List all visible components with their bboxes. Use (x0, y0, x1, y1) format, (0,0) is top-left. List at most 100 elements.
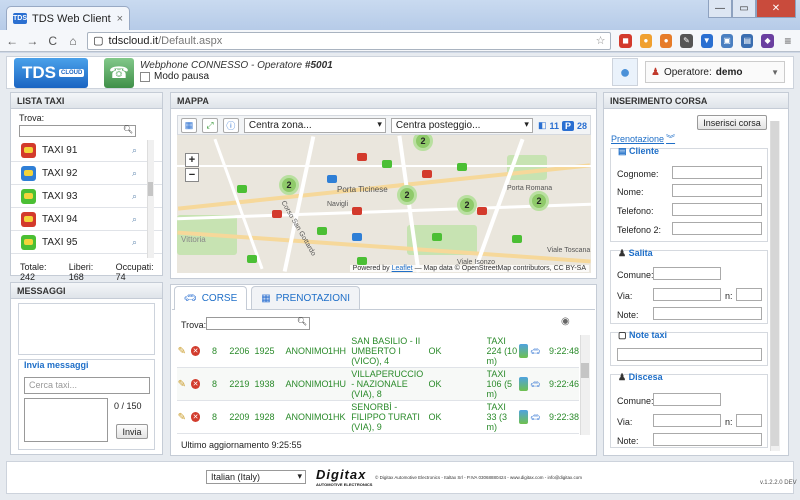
locate-taxi-icon[interactable]: ⌕ (132, 168, 137, 179)
map-cluster[interactable]: 2 (279, 175, 299, 195)
cookie-extension-icon[interactable]: ● (660, 33, 673, 48)
edit-pencil-icon[interactable]: ✎ (177, 346, 187, 357)
map-layers-icon[interactable]: ▦ (181, 118, 197, 133)
taxi-marker[interactable] (327, 175, 337, 183)
corse-scrollbar[interactable] (580, 335, 590, 435)
adblock-extension-icon[interactable]: ◼ (619, 33, 632, 48)
info-icon[interactable]: ⓘ (222, 118, 239, 133)
invia-button[interactable]: Invia (116, 424, 148, 439)
delete-icon[interactable]: ✕ (190, 412, 201, 422)
taxi-list-item[interactable]: TAXI 92 ⌕ (11, 162, 162, 185)
taxi-marker[interactable] (237, 185, 247, 193)
browser-tab[interactable]: TDS TDS Web Client × (6, 6, 130, 30)
map-canvas[interactable]: + − 2 2 2 2 2 Porta Ticinese Porta Roman… (177, 135, 591, 273)
purple-extension-icon[interactable]: ◆ (761, 33, 774, 48)
fullscreen-icon[interactable]: ⤢ (201, 118, 218, 133)
tab-close-icon[interactable]: × (117, 13, 123, 25)
taxi-list-scrollbar[interactable] (147, 140, 154, 258)
tab-extension-icon[interactable]: ▤ (741, 33, 754, 48)
pausa-toggle[interactable]: Modo pausa (140, 71, 209, 82)
lista-taxi-search-input[interactable]: 🔍︎ (19, 125, 136, 137)
inserisci-corsa-button[interactable]: Inserisci corsa (697, 115, 767, 130)
edit-pencil-icon[interactable]: ✎ (177, 412, 187, 423)
salita-n-input[interactable] (736, 288, 762, 301)
taxi-marker[interactable] (512, 235, 522, 243)
salita-via-input[interactable] (653, 288, 721, 301)
discesa-n-input[interactable] (736, 414, 762, 427)
tool-extension-icon[interactable]: ✎ (680, 33, 693, 48)
tab-prenotazioni[interactable]: ▦ PRENOTAZIONI (251, 286, 360, 309)
cognome-input[interactable] (672, 166, 762, 179)
centra-posteggio-select[interactable]: Centra posteggio... (390, 118, 533, 133)
message-textarea[interactable] (24, 398, 108, 442)
leaflet-link[interactable]: Leaflet (392, 265, 413, 272)
locate-taxi-icon[interactable]: ⌕ (132, 145, 137, 156)
reload-icon[interactable]: C (47, 34, 59, 48)
cerca-taxi-input[interactable]: Cerca taxi... (24, 377, 150, 394)
close-icon[interactable]: ✕ (756, 0, 796, 18)
taxi-marker[interactable] (357, 153, 367, 161)
delete-icon[interactable]: ✕ (190, 346, 201, 356)
maximize-icon[interactable]: ▭ (732, 0, 756, 18)
map-cluster[interactable]: 2 (529, 191, 549, 211)
corse-row[interactable]: ✎ ✕ 8 2219 1938 ANONIMO 1HU VILLAPERUCCIO - NAZ… (177, 368, 579, 401)
taxi-list-item[interactable]: TAXI 95 ⌕ (11, 231, 162, 254)
locate-taxi-icon[interactable]: ⌕ (132, 191, 137, 202)
taxi-list-item[interactable]: TAXI 93 ⌕ (11, 185, 162, 208)
taxi-marker[interactable] (477, 207, 487, 215)
taxi-list-item[interactable]: TAXI 91 ⌕ (11, 139, 162, 162)
delete-icon[interactable]: ✕ (190, 379, 201, 389)
taxi-list-item[interactable]: TAXI 94 ⌕ (11, 208, 162, 231)
taxi-marker[interactable] (352, 233, 362, 241)
bookmark-star-icon[interactable]: ☆ (596, 34, 606, 47)
discesa-via-input[interactable] (653, 414, 721, 427)
menu-icon[interactable]: ≡ (782, 34, 794, 48)
screen-extension-icon[interactable]: ▣ (720, 33, 734, 48)
eye-icon[interactable]: ◉ (561, 316, 570, 327)
corse-search-input[interactable]: 🔍︎ (206, 317, 310, 330)
taxi-marker[interactable] (457, 163, 467, 171)
map-cluster[interactable]: 2 (457, 195, 477, 215)
locate-taxi-icon[interactable]: ⌕ (132, 214, 137, 225)
discesa-note-input[interactable] (653, 433, 762, 446)
taxi-marker[interactable] (382, 160, 392, 168)
taxi-list-scroll-thumb[interactable] (148, 182, 153, 196)
zoom-in-button[interactable]: + (185, 153, 199, 167)
taxi-marker[interactable] (352, 207, 362, 215)
taxi-marker[interactable] (317, 227, 327, 235)
back-arrow-icon[interactable]: ← (6, 34, 18, 48)
zoom-out-button[interactable]: − (185, 168, 199, 182)
corse-scroll-thumb[interactable] (581, 363, 589, 378)
centra-zona-select[interactable]: Centra zona... (243, 118, 386, 133)
salita-note-input[interactable] (653, 307, 762, 320)
search-icon[interactable]: 🔍︎ (297, 317, 307, 326)
edit-pencil-icon[interactable]: ✎ (177, 379, 187, 390)
search-icon[interactable]: 🔍︎ (123, 125, 133, 134)
telefono-input[interactable] (672, 203, 762, 216)
address-bar[interactable]: ▢ tdscloud.it/Default.aspx ☆ (87, 31, 612, 50)
map-cluster[interactable]: 2 (413, 135, 433, 151)
download-extension-icon[interactable]: ▼ (700, 33, 713, 48)
tab-corse[interactable]: 🚗︎ CORSE (174, 286, 248, 310)
pausa-checkbox[interactable] (140, 71, 150, 82)
taxi-marker[interactable] (272, 210, 282, 218)
telefono2-input[interactable] (672, 222, 762, 235)
taxi-marker[interactable] (357, 257, 367, 265)
home-icon[interactable]: ⌂ (67, 34, 79, 48)
extension-icon[interactable]: ● (639, 33, 653, 48)
locate-taxi-icon[interactable]: ⌕ (132, 237, 137, 248)
prenotazione-link[interactable]: Prenotazione ︾ (611, 132, 675, 145)
taxi-marker[interactable] (432, 233, 442, 241)
language-select[interactable]: Italian (Italy) (206, 470, 306, 484)
inserimento-scroll-thumb[interactable] (771, 121, 779, 446)
corse-row[interactable]: ✎ ✕ 8 2206 1925 ANONIMO 1HH SAN BASILIO - II UM… (177, 335, 579, 368)
taxi-marker[interactable] (247, 255, 257, 263)
webphone-icon[interactable]: ☎ (104, 58, 134, 88)
corse-row[interactable]: ✎ ✕ 8 2209 1928 ANONIMO 1HK SENORBÌ - FILIPPO T… (177, 401, 579, 434)
operatore-dropdown[interactable]: ♟ Operatore: demo ▼ (645, 61, 785, 83)
map-cluster[interactable]: 2 (397, 185, 417, 205)
note-taxi-input[interactable] (617, 348, 762, 361)
discesa-comune-input[interactable] (653, 393, 721, 406)
minimize-icon[interactable]: — (708, 0, 732, 18)
salita-comune-input[interactable] (653, 267, 721, 280)
